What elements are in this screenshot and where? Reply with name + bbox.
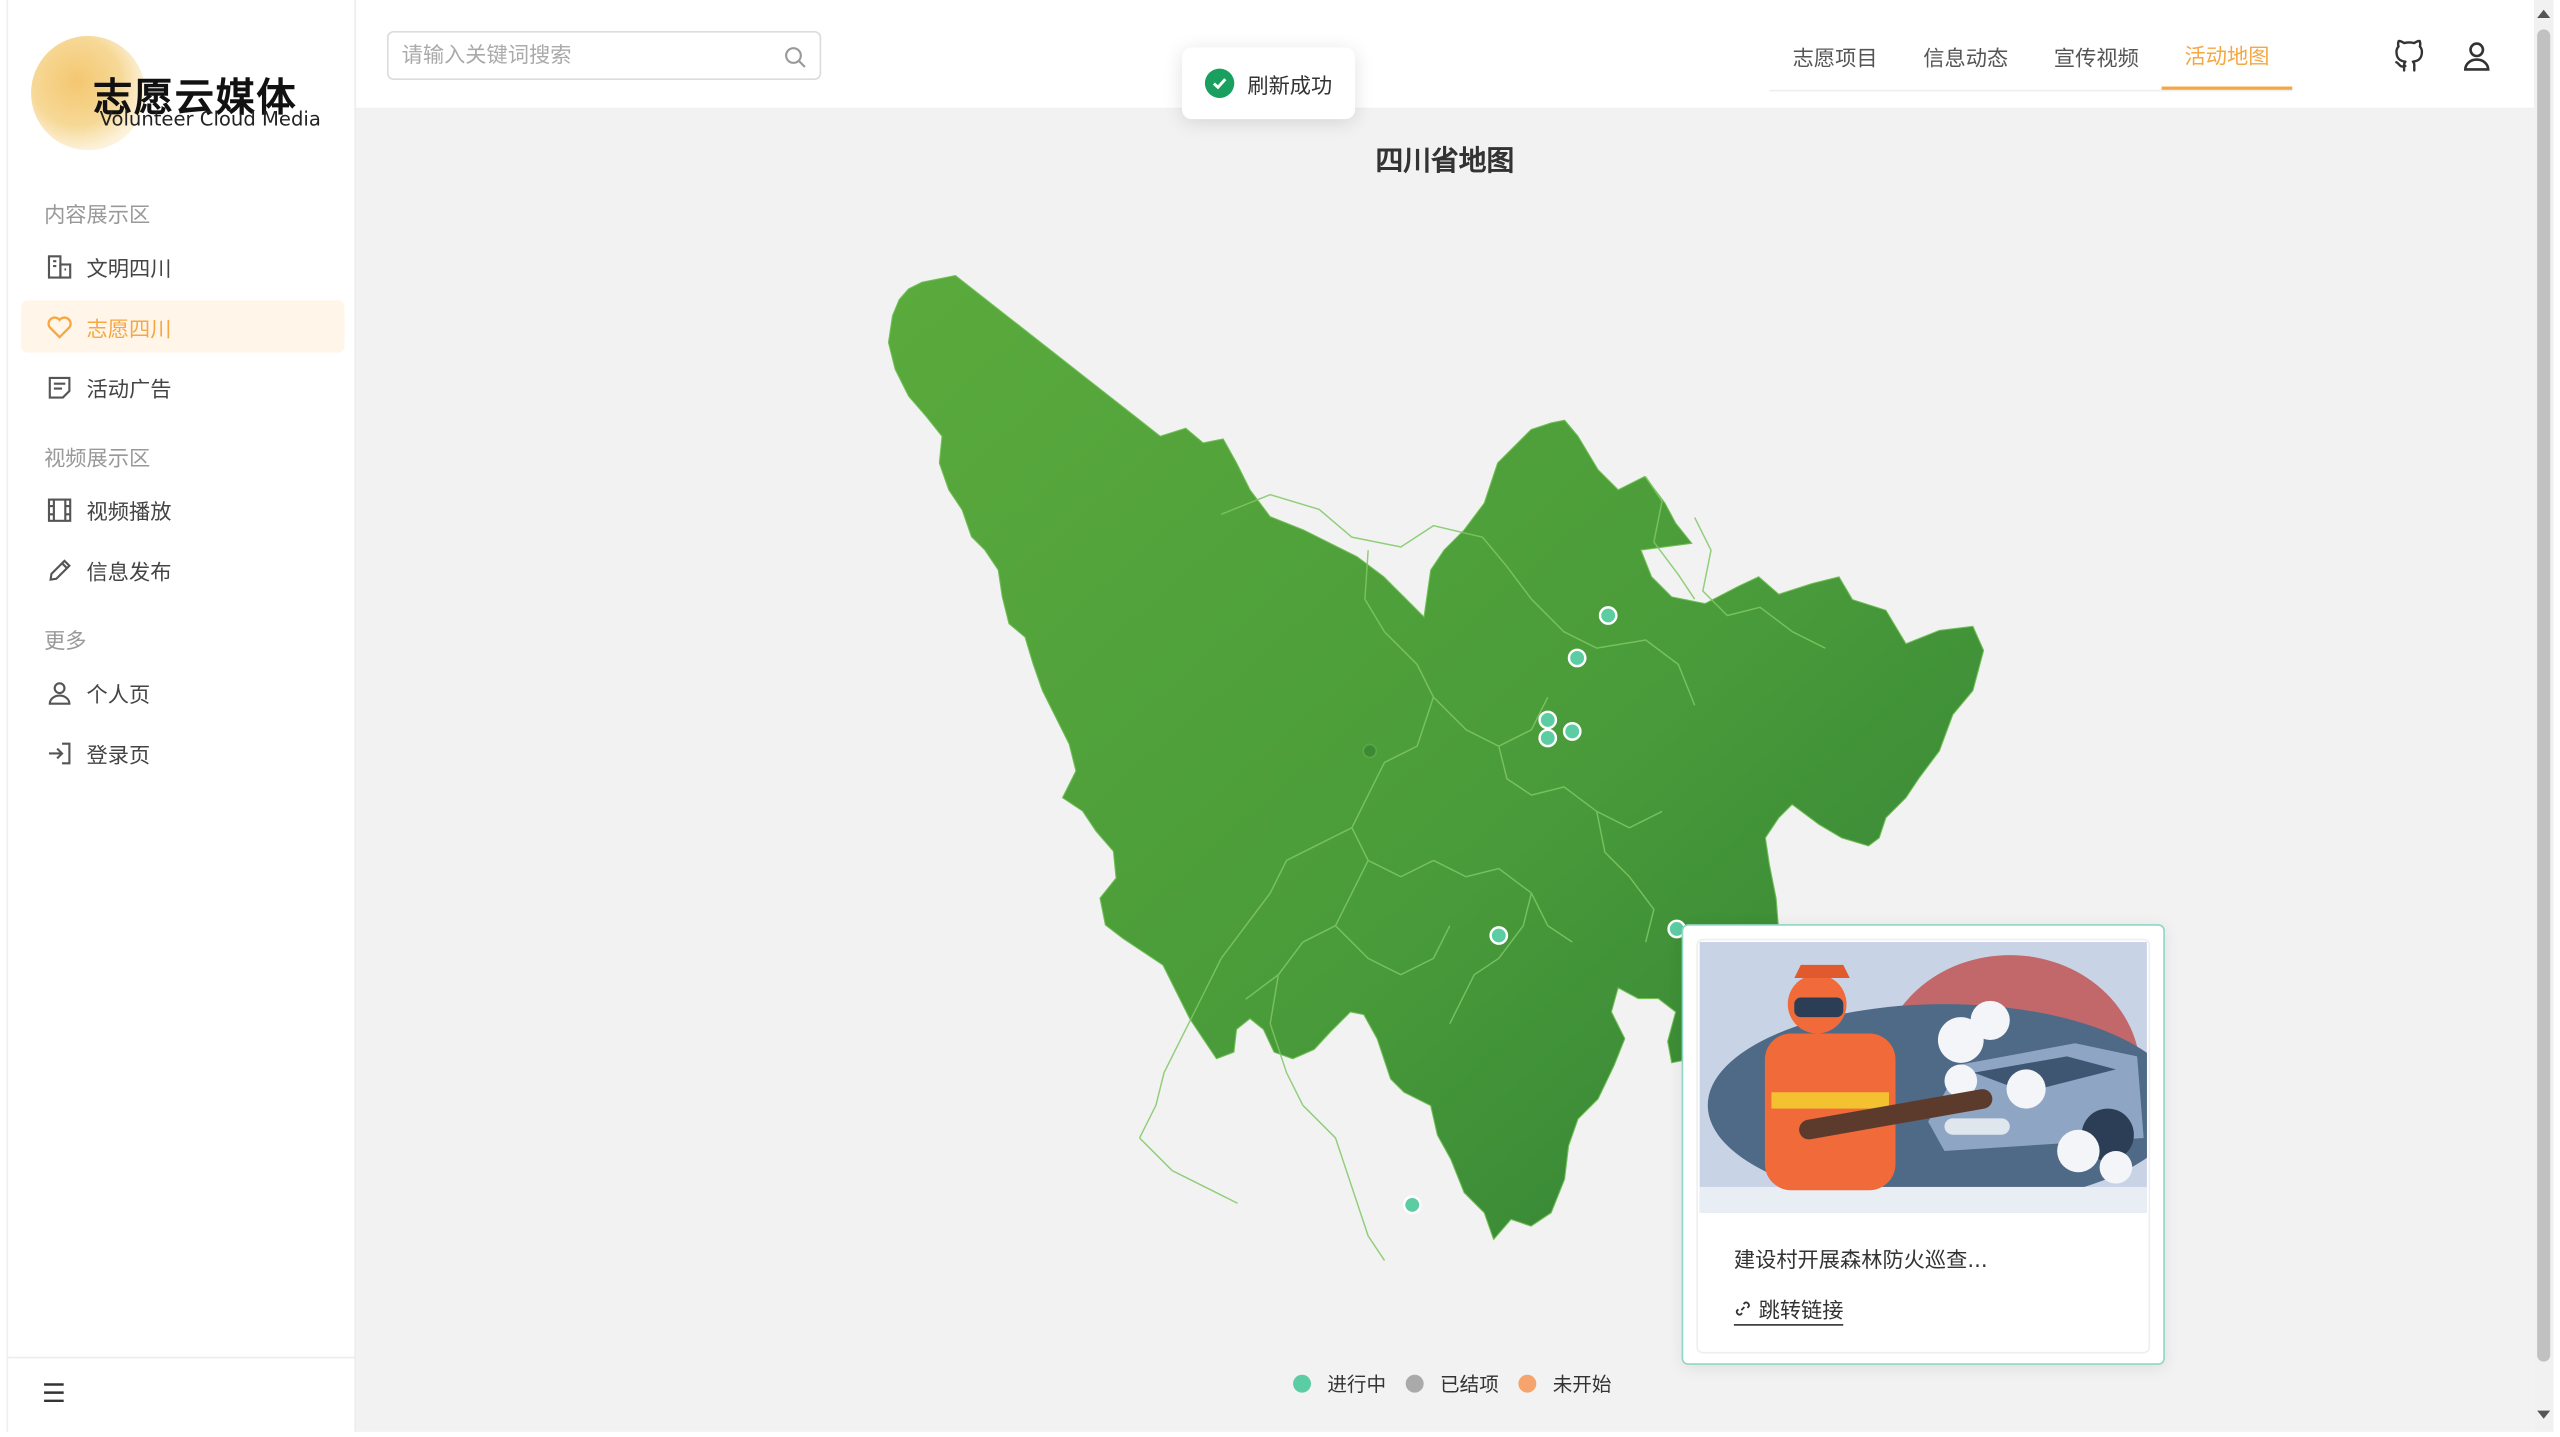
sidebar-item-wenming[interactable]: 文明四川 [21,240,344,292]
sidebar: 志愿云媒体 Volunteer Cloud Media 内容展示区 文明四川 志… [6,0,356,1432]
sidebar-item-label: 个人页 [86,683,151,708]
tab-news[interactable]: 信息动态 [1900,23,2031,90]
group-label-content: 内容展示区 [44,204,151,229]
document-icon [44,372,73,401]
brand-subtitle: Volunteer Cloud Media [99,107,321,131]
sidebar-item-zhiyuan[interactable]: 志愿四川 [21,300,345,353]
activity-illustration [1699,942,2147,1214]
toast-message: 刷新成功 [1182,47,1356,120]
sidebar-item-label: 视频播放 [86,500,172,525]
activity-title: 建设村开展森林防火巡查... [1733,1248,1988,1274]
sidebar-item-label: 登录页 [86,743,151,769]
legend-label: 已结项 [1440,1373,1499,1396]
sichuan-map[interactable] [356,109,2534,1431]
search-icon[interactable] [784,44,807,75]
sidebar-item-huodong[interactable]: 活动广告 [21,361,344,413]
scroll-thumb[interactable] [2537,29,2551,1362]
link-label: 跳转链接 [1758,1299,1844,1325]
brand-logo[interactable]: 志愿云媒体 Volunteer Cloud Media [28,33,338,151]
menu-icon[interactable] [41,1380,67,1411]
scroll-down-arrow-icon[interactable] [2537,1410,2551,1419]
sidebar-item-login[interactable]: 登录页 [21,727,344,779]
marker-ongoing[interactable] [1489,926,1509,945]
legend-item-ongoing[interactable]: 进行中 [1293,1370,1386,1398]
search-input[interactable] [401,39,774,72]
search-box[interactable] [386,31,822,80]
sidebar-footer [8,1356,355,1432]
sidebar-item-label: 活动广告 [86,377,172,403]
sidebar-item-label: 信息发布 [86,560,172,586]
page-scrollbar[interactable] [2533,0,2554,1432]
scroll-up-arrow-icon[interactable] [2537,9,2551,18]
marker-ongoing[interactable] [1562,722,1582,741]
github-icon[interactable] [2390,36,2429,75]
marker-finished[interactable] [1362,743,1378,759]
link-icon [1734,1300,1759,1324]
check-circle-icon [1204,68,1235,98]
activity-popup: 建设村开展森林防火巡查... 跳转链接 [1681,924,2165,1365]
map-panel: 四川省地图 进行中 已结项 未开始 建设村开展森林防火巡查... 跳转链接 [355,109,2534,1432]
film-icon [44,495,73,524]
marker-ongoing[interactable] [1598,606,1618,625]
legend-label: 未开始 [1552,1373,1612,1396]
legend-item-finished[interactable]: 已结项 [1405,1370,1499,1398]
user-icon [44,678,73,707]
activity-link[interactable]: 跳转链接 [1733,1293,1844,1326]
login-icon [44,738,73,767]
legend-label: 进行中 [1327,1373,1387,1396]
account-icon[interactable] [2457,36,2496,75]
toast-text: 刷新成功 [1247,74,1333,99]
sidebar-item-label: 文明四川 [86,257,172,282]
marker-ongoing[interactable] [1538,710,1558,730]
marker-ongoing[interactable] [1538,728,1558,748]
marker-ongoing[interactable] [1567,648,1587,668]
pencil-icon [44,555,73,584]
legend-dot [1405,1374,1424,1393]
legend-item-not-started[interactable]: 未开始 [1518,1370,1612,1398]
heart-icon [44,312,73,341]
sidebar-item-publish[interactable]: 信息发布 [21,544,344,596]
top-tabs: 志愿项目 信息动态 宣传视频 活动地图 [1769,23,2293,92]
top-header: 志愿项目 信息动态 宣传视频 活动地图 [355,0,2534,110]
tab-activity-map[interactable]: 活动地图 [2161,23,2293,90]
sidebar-item-video-play[interactable]: 视频播放 [21,483,344,535]
sidebar-item-profile[interactable]: 个人页 [21,666,344,718]
building-icon [44,251,73,280]
sidebar-item-label: 志愿四川 [86,317,172,343]
legend-dot [1293,1374,1312,1393]
group-label-more: 更多 [44,630,87,655]
map-legend: 进行中 已结项 未开始 [1293,1370,1631,1398]
legend-dot [1518,1374,1537,1393]
tab-promo-video[interactable]: 宣传视频 [2031,23,2162,90]
marker-ongoing[interactable] [1402,1195,1422,1215]
tab-volunteer-projects[interactable]: 志愿项目 [1770,23,1901,90]
group-label-video: 视频展示区 [44,447,151,472]
activity-card: 建设村开展森林防火巡查... 跳转链接 [1696,938,2151,1354]
